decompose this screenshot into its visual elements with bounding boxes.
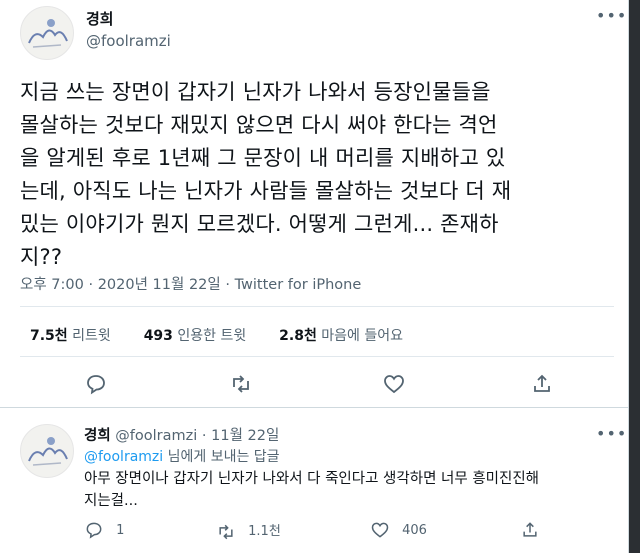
speech-bubble-icon[interactable]: [84, 372, 110, 398]
retweet-arrows-icon[interactable]: [229, 372, 255, 398]
author-name[interactable]: 경희: [86, 8, 114, 29]
reply-share-action[interactable]: [520, 520, 540, 540]
window-frame: [629, 0, 640, 553]
reply-text: 아무 장면이나 갑자기 닌자가 나와서 다 죽인다고 생각하면 너무 흥미진진해…: [84, 468, 624, 512]
like-count: 406: [402, 522, 427, 538]
divider: [20, 356, 614, 357]
tweet-text-line: 밌는 이야기가 뭔지 모르겠다. 어떻게 그런게... 존재하: [20, 212, 499, 236]
tweet-text: 지금 쓰는 장면이 갑자기 닌자가 나와서 등장인물들을 몰살하는 것보다 재밌…: [20, 76, 610, 274]
reply-retweet-action[interactable]: 1.1천: [216, 520, 281, 540]
reply-like-action[interactable]: 406: [370, 520, 427, 540]
replying-to-mention[interactable]: @foolramzi: [84, 449, 163, 465]
avatar[interactable]: [20, 424, 74, 478]
tweet-stats: 7.5천 리트윗 493 인용한 트윗 2.8천 마음에 들어요: [30, 325, 403, 345]
retweets-stat[interactable]: 7.5천 리트윗: [30, 328, 111, 344]
tweet-source[interactable]: Twitter for iPhone: [235, 277, 362, 293]
retweet-arrows-icon: [219, 524, 233, 539]
more-horizontal-icon[interactable]: •••: [596, 6, 627, 25]
tweet-date[interactable]: 2020년 11월 22일: [98, 277, 221, 293]
tweet-text-line: 몰살하는 것보다 재밌지 않으면 다시 써야 한다는 격언: [20, 113, 498, 137]
reply-date[interactable]: 11월 22일: [211, 428, 279, 444]
reply-reply-action[interactable]: 1: [84, 520, 124, 540]
reply-text-line: 아무 장면이나 갑자기 닌자가 나와서 다 죽인다고 생각하면 너무 흥미진진해: [84, 471, 540, 487]
more-horizontal-icon[interactable]: •••: [596, 424, 627, 443]
avatar[interactable]: [20, 6, 74, 60]
tweet-text-line: 지금 쓰는 장면이 갑자기 닌자가 나와서 등장인물들을: [20, 80, 491, 104]
heart-icon: [371, 522, 389, 538]
reply-header: 경희 @foolramzi · 11월 22일: [84, 428, 280, 444]
tweet-text-line: 지??: [20, 245, 63, 269]
tweet-time[interactable]: 오후 7:00: [20, 277, 84, 293]
likes-stat[interactable]: 2.8천 마음에 들어요: [279, 328, 403, 344]
reply-count: 1: [116, 522, 125, 538]
tweet-card: 경희 @foolramzi ••• 지금 쓰는 장면이 갑자기 닌자가 나와서 …: [0, 0, 629, 553]
author-handle[interactable]: @foolramzi: [86, 32, 171, 50]
share-upload-icon: [523, 522, 537, 537]
reply-text-line: 지는걸...: [84, 493, 138, 509]
tweet-text-line: 을 알게된 후로 1년째 그 문장이 내 머리를 지배하고 있: [20, 146, 506, 170]
divider: [0, 407, 628, 408]
speech-bubble-icon: [86, 522, 102, 539]
share-upload-icon[interactable]: [530, 372, 556, 398]
retweet-count: 1.1천: [248, 524, 281, 539]
tweet-meta: 오후 7:00 · 2020년 11월 22일 · Twitter for iP…: [20, 277, 362, 293]
tweet-text-line: 는데, 아직도 나는 닌자가 사람들 몰살하는 것보다 더 재: [20, 179, 512, 203]
tweet-actions: [0, 372, 628, 400]
heart-icon[interactable]: [382, 372, 408, 398]
reply-author-handle[interactable]: @foolramzi: [115, 428, 197, 444]
divider: [20, 306, 614, 307]
reply-author-name[interactable]: 경희: [84, 428, 111, 444]
quotes-stat[interactable]: 493 인용한 트윗: [144, 328, 247, 344]
replying-to: @foolramzi 님에게 보내는 답글: [84, 449, 280, 465]
